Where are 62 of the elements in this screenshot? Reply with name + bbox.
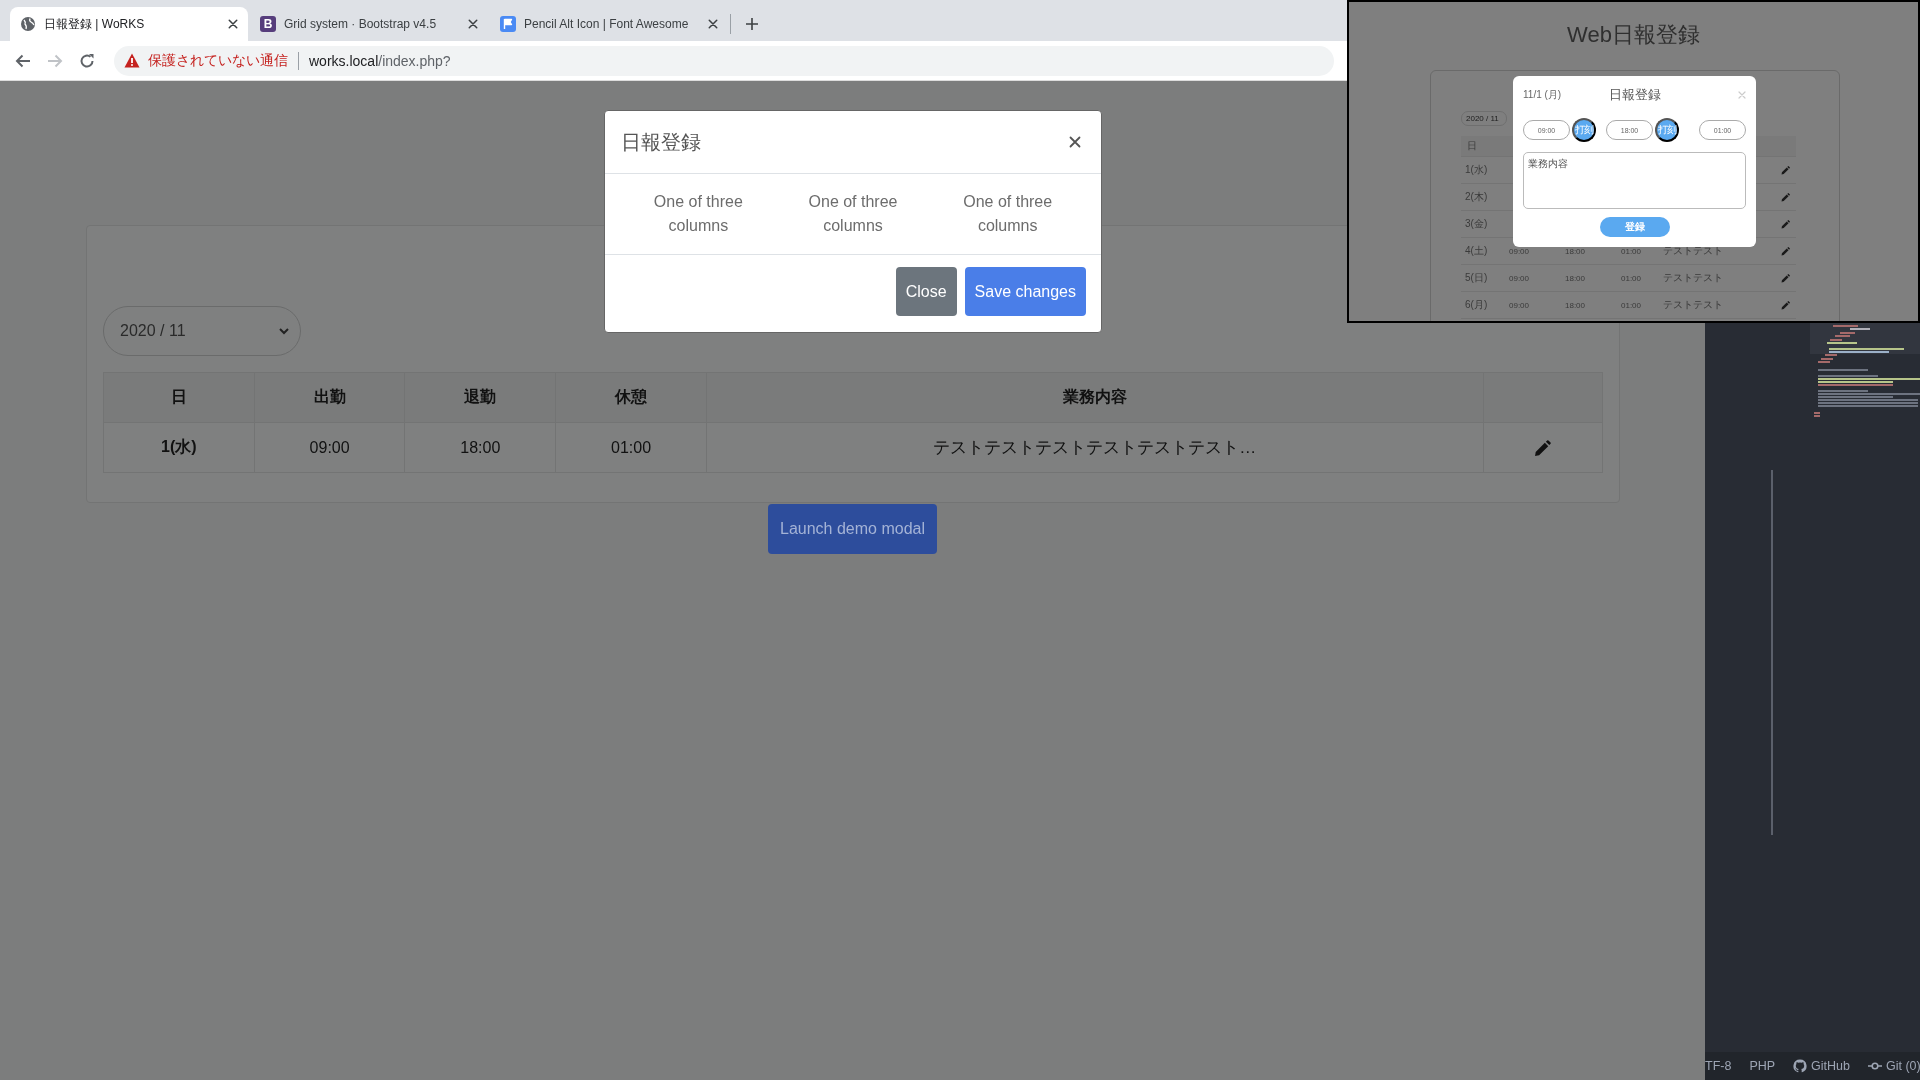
pencil-icon[interactable] — [1780, 220, 1790, 230]
content-field[interactable]: 業務内容 — [1523, 152, 1746, 209]
table-cell: 01:00 — [555, 422, 707, 473]
status-item[interactable]: Git (0) — [1886, 1059, 1920, 1073]
column-header: 出勤 — [254, 372, 405, 423]
save-button[interactable]: Save changes — [964, 267, 1086, 316]
github-icon — [1793, 1059, 1808, 1073]
pencil-icon[interactable] — [1780, 274, 1790, 284]
modal-title: 日報登録 — [621, 129, 701, 155]
month-select[interactable]: 2020 / 11 — [1461, 111, 1507, 126]
close-tab-icon[interactable] — [468, 19, 478, 29]
address-bar[interactable]: 保護されていない通信 works.local/index.php? — [114, 45, 1334, 76]
bootstrap-logo-icon: B — [260, 16, 276, 32]
column-header: 休憩 — [555, 372, 707, 423]
table-cell: 18:00 — [1565, 273, 1585, 283]
column-text: One of three columns — [807, 192, 899, 236]
close-tab-icon[interactable] — [228, 19, 238, 29]
table-cell: 09:00 — [254, 422, 405, 473]
close-tab-icon[interactable] — [708, 19, 718, 29]
security-warning[interactable]: 保護されていない通信 — [148, 51, 288, 70]
column-header: 業務内容 — [706, 372, 1484, 423]
column-text: One of three columns — [652, 192, 744, 236]
page-title: Web日報登録 — [1566, 21, 1701, 49]
table-cell: 1(水) — [1461, 156, 1491, 184]
month-select[interactable]: 2020 / 11 — [103, 306, 301, 356]
scrollbar[interactable] — [1771, 470, 1773, 835]
table-cell: 4(土) — [1461, 237, 1491, 265]
chevron-icon — [278, 325, 290, 337]
status-item[interactable]: TF-8 — [1705, 1059, 1732, 1073]
column-header: 日 — [103, 372, 255, 423]
column-header: 退勤 — [404, 372, 556, 423]
close-icon[interactable] — [1069, 136, 1081, 148]
column-text: One of three columns — [962, 192, 1054, 236]
table-cell: 18:00 — [1565, 300, 1585, 310]
new-tab-icon[interactable] — [745, 17, 759, 31]
modal-title: 日報登録 — [1608, 86, 1661, 104]
table-cell: テストテストテストテストテストテスト… — [706, 422, 1484, 473]
flag-icon — [500, 16, 516, 32]
pencil-icon[interactable] — [1780, 247, 1790, 257]
table-cell: 2(木) — [1461, 183, 1491, 211]
table-cell: 18:00 — [1565, 246, 1585, 256]
table-cell: 1(水) — [103, 422, 255, 473]
warning-icon — [124, 53, 140, 68]
browser-tab[interactable]: B Grid system · Bootstrap v4.5 — [250, 7, 488, 41]
status-item[interactable]: PHP — [1749, 1059, 1776, 1073]
globe-icon — [20, 16, 36, 32]
url-text[interactable]: works.local/index.php? — [309, 52, 451, 69]
table-cell: 6(月) — [1461, 291, 1491, 319]
browser-tab[interactable]: 日報登録 | WoRKS — [10, 7, 248, 41]
table-cell: 3(金) — [1461, 210, 1491, 238]
git-commit-icon — [1868, 1059, 1882, 1073]
reload-icon[interactable] — [78, 51, 96, 70]
modal-date: 11/1 (月) — [1523, 88, 1563, 102]
browser-tab[interactable]: Pencil Alt Icon | Font Awesome — [490, 7, 728, 41]
pencil-icon[interactable] — [1780, 193, 1790, 203]
close-button[interactable]: Close — [895, 267, 957, 316]
pencil-icon[interactable] — [1780, 301, 1790, 311]
table-cell: 18:00 — [404, 422, 556, 473]
pencil-icon[interactable] — [1534, 439, 1552, 457]
pencil-icon[interactable] — [1780, 166, 1790, 176]
status-item[interactable]: GitHub — [1811, 1059, 1850, 1073]
launch-modal-button[interactable]: Launch demo modal — [768, 504, 937, 554]
